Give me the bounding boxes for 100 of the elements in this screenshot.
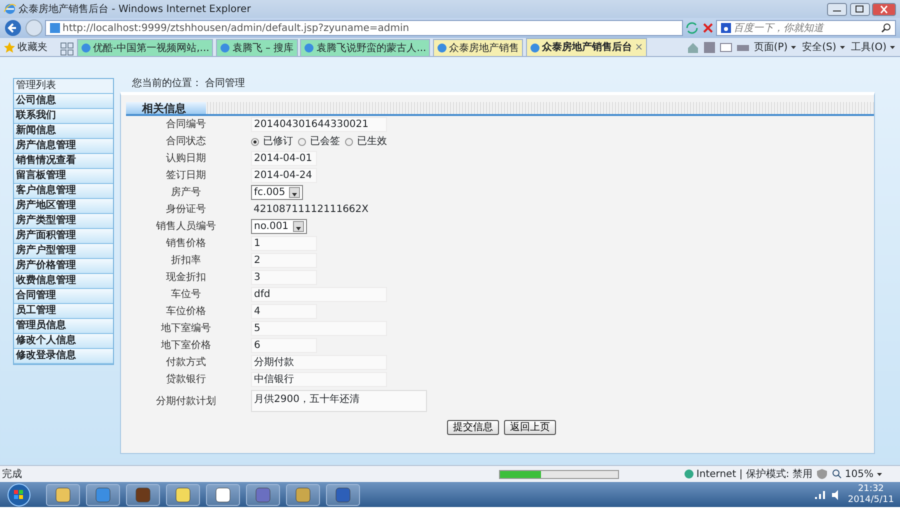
field-label: 地下室编号 bbox=[160, 322, 212, 336]
sidebar-item[interactable]: 客户信息管理 bbox=[14, 184, 113, 199]
sidebar-item[interactable]: 联系我们 bbox=[14, 109, 113, 124]
input-field[interactable]: 3 bbox=[251, 270, 317, 285]
field-label: 付款方式 bbox=[165, 356, 207, 370]
field-label: 地下室价格 bbox=[160, 338, 212, 353]
input-field[interactable]: 2014-04-24 bbox=[251, 168, 317, 183]
close-tab-button[interactable]: × bbox=[634, 40, 644, 55]
zoom-button[interactable]: 105% bbox=[832, 466, 883, 482]
sidebar-item[interactable]: 房产地区管理 bbox=[14, 199, 113, 214]
radio-option[interactable]: 已会签 bbox=[298, 134, 340, 149]
status-text: 完成 bbox=[2, 468, 23, 482]
browser-tab[interactable]: 袁腾飞说野蛮的蒙古人... bbox=[300, 39, 430, 56]
zone-text: Internet | 保护模式: 禁用 bbox=[696, 468, 812, 482]
menu-button[interactable]: 页面(P) bbox=[754, 40, 798, 55]
id-number-text: 42108711112111662X bbox=[252, 203, 370, 217]
field-label: 车位号 bbox=[170, 288, 202, 302]
sidebar-item[interactable]: 公司信息 bbox=[14, 94, 113, 109]
taskbar-button[interactable] bbox=[246, 484, 280, 506]
input-field[interactable]: 2 bbox=[251, 253, 317, 268]
taskbar-button[interactable] bbox=[286, 484, 320, 506]
input-field[interactable]: 5 bbox=[251, 321, 387, 336]
stop-icon[interactable] bbox=[702, 22, 714, 34]
sidebar-item[interactable]: 房产户型管理 bbox=[14, 244, 113, 259]
breadcrumb-text: 您当前的位置： 合同管理 bbox=[132, 76, 246, 90]
back-button[interactable]: 返回上页 bbox=[504, 420, 556, 435]
input-field[interactable]: 4 bbox=[251, 304, 317, 319]
sidebar-item[interactable]: 房产面积管理 bbox=[14, 229, 113, 244]
taskbar-button[interactable] bbox=[46, 484, 80, 506]
browser-tab[interactable]: 优酷-中国第一视频网站,... bbox=[76, 39, 214, 56]
field-label: 房产号 bbox=[170, 186, 202, 200]
search-icon bbox=[881, 23, 891, 33]
sidebar-item[interactable]: 留言板管理 bbox=[14, 169, 113, 184]
address-field[interactable]: http://localhost:9999/ztshhousen/admin/default.jsp?zyuname=admin bbox=[45, 20, 682, 36]
back-button[interactable] bbox=[4, 19, 22, 37]
sidebar-title: 管理列表 bbox=[14, 79, 113, 94]
close-button[interactable] bbox=[872, 2, 896, 16]
field-label: 贷款银行 bbox=[165, 372, 207, 387]
taskbar-button[interactable] bbox=[166, 484, 200, 506]
field-label: 现金折扣 bbox=[165, 270, 207, 285]
sidebar-item[interactable]: 房产价格管理 bbox=[14, 259, 113, 274]
shield-icon[interactable] bbox=[817, 469, 828, 479]
field-label: 车位价格 bbox=[165, 304, 207, 319]
input-field[interactable]: 6 bbox=[251, 338, 317, 353]
menu-button[interactable]: 工具(O) bbox=[850, 40, 896, 55]
taskbar-button[interactable] bbox=[126, 484, 160, 506]
clock-date: 2014/5/11 bbox=[848, 494, 894, 506]
home-icon[interactable] bbox=[686, 42, 699, 54]
taskbar-button[interactable] bbox=[326, 484, 360, 506]
window-title: 众泰房地产销售后台 - Windows Internet Explorer bbox=[18, 2, 252, 16]
sidebar-item[interactable]: 收费信息管理 bbox=[14, 274, 113, 289]
start-button[interactable] bbox=[6, 482, 32, 506]
input-field[interactable]: 1 bbox=[251, 236, 317, 251]
restore-button[interactable] bbox=[850, 2, 870, 16]
search-field[interactable]: 百度一下，你就知道 bbox=[716, 20, 896, 36]
textarea-field[interactable]: 月供2900，五十年还清 bbox=[251, 390, 427, 412]
sidebar-item[interactable]: 房产信息管理 bbox=[14, 139, 113, 154]
caret-icon bbox=[889, 44, 896, 51]
select-field[interactable]: fc.005 bbox=[251, 185, 304, 200]
input-field[interactable]: 201404301644330021 bbox=[251, 117, 387, 132]
caret-icon bbox=[838, 44, 846, 51]
refresh-icon[interactable] bbox=[685, 21, 699, 35]
field-label: 折扣率 bbox=[170, 254, 202, 268]
radio-option[interactable]: 已生效 bbox=[345, 134, 387, 149]
browser-tab[interactable]: 众泰房地产销售 bbox=[432, 39, 524, 56]
star-icon bbox=[4, 42, 15, 53]
sidebar-item[interactable]: 管理员信息 bbox=[14, 319, 113, 334]
grid-icon[interactable] bbox=[60, 42, 74, 56]
input-field[interactable]: 2014-04-01 bbox=[251, 151, 317, 166]
input-field[interactable]: dfd bbox=[251, 287, 387, 302]
submit-button[interactable]: 提交信息 bbox=[447, 420, 499, 435]
sidebar-item[interactable]: 销售情况查看 bbox=[14, 154, 113, 169]
sidebar-item[interactable]: 修改个人信息 bbox=[14, 334, 113, 349]
field-label: 合同编号 bbox=[165, 118, 207, 132]
field-label: 分期付款计划 bbox=[155, 394, 217, 408]
field-label: 销售人员编号 bbox=[155, 220, 217, 234]
sidebar-item[interactable]: 合同管理 bbox=[14, 289, 113, 304]
taskbar-button[interactable] bbox=[206, 484, 240, 506]
field-label: 认购日期 bbox=[165, 152, 207, 166]
minimize-button[interactable] bbox=[827, 2, 847, 16]
field-label: 销售价格 bbox=[165, 236, 207, 251]
sidebar-item[interactable]: 员工管理 bbox=[14, 304, 113, 319]
browser-tab[interactable]: 袁腾飞 – 搜库 bbox=[216, 39, 298, 56]
magnifier-icon bbox=[832, 469, 842, 479]
sidebar-item[interactable]: 新闻信息 bbox=[14, 124, 113, 139]
field-label: 合同状态 bbox=[165, 134, 207, 149]
select-field[interactable]: no.001 bbox=[251, 219, 307, 234]
input-field[interactable]: 分期付款 bbox=[251, 355, 387, 370]
menu-button[interactable]: 安全(S) bbox=[802, 40, 846, 55]
sidebar-item[interactable]: 修改登录信息 bbox=[14, 349, 113, 364]
sidebar-item[interactable]: 房产类型管理 bbox=[14, 214, 113, 229]
network-icon bbox=[814, 490, 826, 500]
clock-time: 21:32 bbox=[856, 484, 885, 494]
field-label: 签订日期 bbox=[165, 168, 207, 183]
radio-option[interactable]: 已修订 bbox=[251, 134, 293, 149]
favorites-button[interactable]: 收藏夹 bbox=[4, 39, 48, 56]
caret-icon bbox=[790, 44, 798, 51]
taskbar-button[interactable] bbox=[86, 484, 120, 506]
input-field[interactable]: 中信银行 bbox=[251, 372, 387, 387]
browser-tab[interactable]: 众泰房地产销售后台 × bbox=[526, 38, 648, 56]
